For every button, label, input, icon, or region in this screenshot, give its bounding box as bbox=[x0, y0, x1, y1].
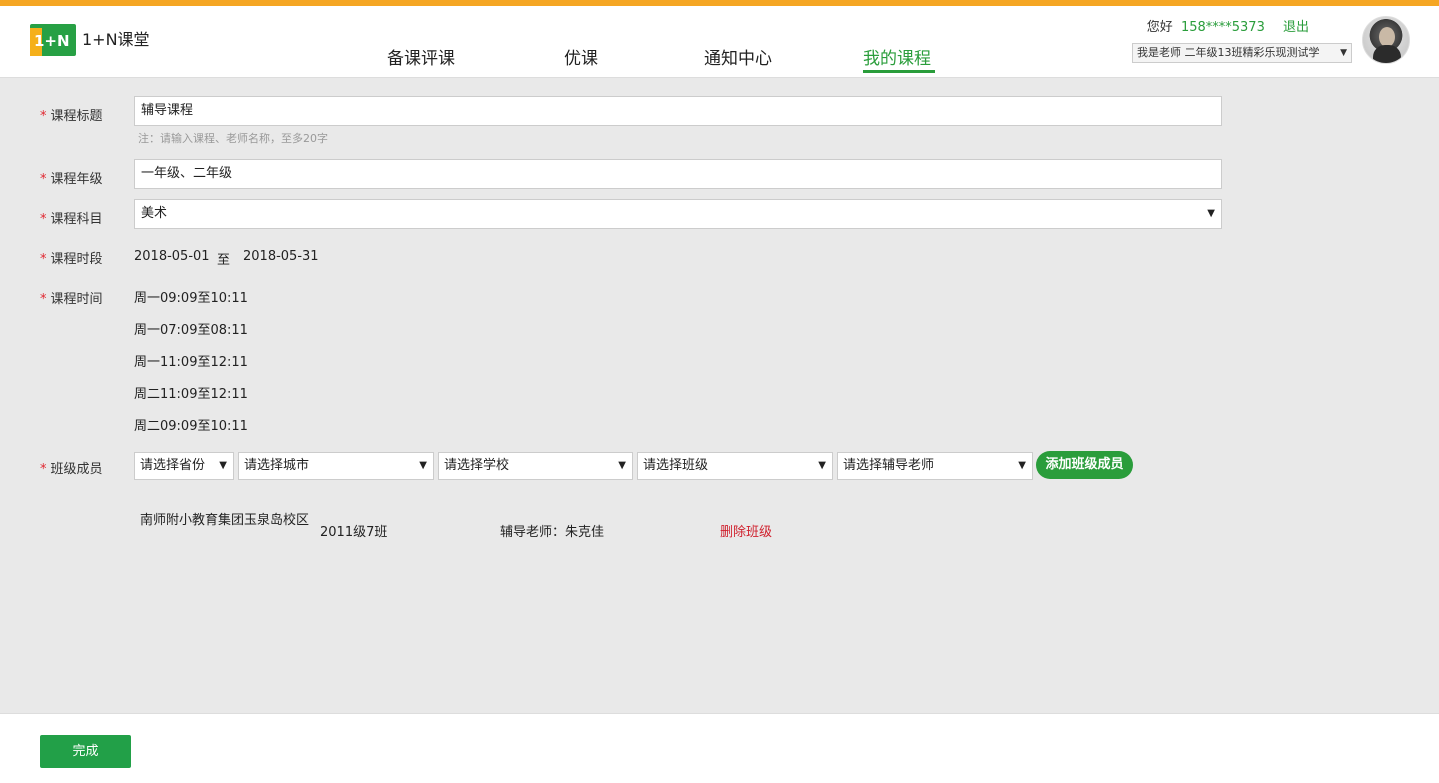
nav-active-indicator bbox=[863, 70, 935, 73]
greeting-text: 您好 bbox=[1146, 20, 1173, 35]
nav-item-quality-lessons[interactable]: 优课 bbox=[564, 44, 598, 69]
member-school: 南师附小教育集团玉泉岛校区 bbox=[140, 513, 310, 528]
course-time-item: 周二11:09至12:11 bbox=[134, 387, 248, 402]
required-mark: * bbox=[40, 212, 47, 227]
course-subject-select[interactable]: 美术 ▼ bbox=[134, 199, 1222, 229]
course-grade-label: * 课程年级 bbox=[40, 172, 103, 187]
course-period-separator: 至 bbox=[217, 253, 231, 268]
province-select[interactable]: 请选择省份 ▼ bbox=[134, 452, 234, 480]
course-time-item: 周一09:09至10:11 bbox=[134, 291, 248, 306]
chevron-down-icon: ▼ bbox=[1207, 208, 1215, 219]
course-period-label: * 课程时段 bbox=[40, 252, 103, 267]
required-mark: * bbox=[40, 172, 47, 187]
class-select[interactable]: 请选择班级 ▼ bbox=[637, 452, 833, 480]
class-select-value: 请选择班级 bbox=[643, 458, 709, 473]
nav-item-my-courses[interactable]: 我的课程 bbox=[863, 44, 931, 69]
user-phone: 158****5373 bbox=[1180, 20, 1265, 35]
chevron-down-icon: ▼ bbox=[419, 460, 427, 471]
member-class: 2011级7班 bbox=[320, 525, 388, 540]
required-mark: * bbox=[40, 462, 47, 477]
add-class-member-button[interactable]: 添加班级成员 bbox=[1036, 451, 1133, 479]
course-time-item: 周二09:09至10:11 bbox=[134, 419, 248, 434]
tutor-select[interactable]: 请选择辅导老师 ▼ bbox=[837, 452, 1033, 480]
member-tutor: 辅导老师：朱克佳 bbox=[500, 525, 605, 540]
nav-item-notifications[interactable]: 通知中心 bbox=[704, 44, 772, 69]
chevron-down-icon: ▼ bbox=[818, 460, 826, 471]
course-subject-label: * 课程科目 bbox=[40, 212, 103, 227]
city-select-value: 请选择城市 bbox=[244, 458, 310, 473]
city-select[interactable]: 请选择城市 ▼ bbox=[238, 452, 434, 480]
delete-class-link[interactable]: 删除班级 bbox=[720, 521, 772, 540]
school-select[interactable]: 请选择学校 ▼ bbox=[438, 452, 633, 480]
logout-link[interactable]: 退出 bbox=[1283, 20, 1309, 35]
role-select[interactable]: 我是老师 二年级13班精彩乐现测试学 ▼ bbox=[1132, 43, 1352, 63]
course-time-label: * 课程时间 bbox=[40, 292, 103, 307]
course-grade-input[interactable]: 一年级、二年级 bbox=[134, 159, 1222, 189]
role-select-value: 我是老师 二年级13班精彩乐现测试学 bbox=[1137, 46, 1320, 59]
user-greeting: 您好 158****5373 退出 bbox=[1147, 16, 1309, 35]
course-title-note: 注：请输入课程、老师名称，至多20字 bbox=[138, 132, 328, 145]
required-mark: * bbox=[40, 109, 47, 124]
course-period-end: 2018-05-31 bbox=[243, 249, 319, 264]
logo-mark-icon: 1+N bbox=[30, 24, 76, 60]
required-mark: * bbox=[40, 252, 47, 267]
province-select-value: 请选择省份 bbox=[140, 458, 206, 473]
course-subject-value: 美术 bbox=[141, 206, 168, 221]
class-members-label: * 班级成员 bbox=[40, 462, 103, 477]
course-period-start: 2018-05-01 bbox=[134, 249, 210, 264]
course-time-item: 周一11:09至12:11 bbox=[134, 355, 248, 370]
school-select-value: 请选择学校 bbox=[444, 458, 510, 473]
avatar[interactable] bbox=[1362, 16, 1410, 64]
nav-item-lesson-prep[interactable]: 备课评课 bbox=[387, 44, 455, 69]
logo-text: 1+N课堂 bbox=[82, 30, 150, 49]
course-title-label: * 课程标题 bbox=[40, 109, 103, 124]
done-button[interactable]: 完成 bbox=[40, 735, 131, 768]
course-time-item: 周一07:09至08:11 bbox=[134, 323, 248, 338]
chevron-down-icon: ▼ bbox=[618, 460, 626, 471]
footer: 完成 bbox=[0, 713, 1439, 783]
chevron-down-icon: ▼ bbox=[1340, 48, 1347, 58]
required-mark: * bbox=[40, 292, 47, 307]
chevron-down-icon: ▼ bbox=[219, 460, 227, 471]
tutor-select-value: 请选择辅导老师 bbox=[843, 458, 935, 473]
logo[interactable]: 1+N 1+N课堂 bbox=[30, 24, 150, 60]
course-title-input[interactable]: 辅导课程 bbox=[134, 96, 1222, 126]
chevron-down-icon: ▼ bbox=[1018, 460, 1026, 471]
